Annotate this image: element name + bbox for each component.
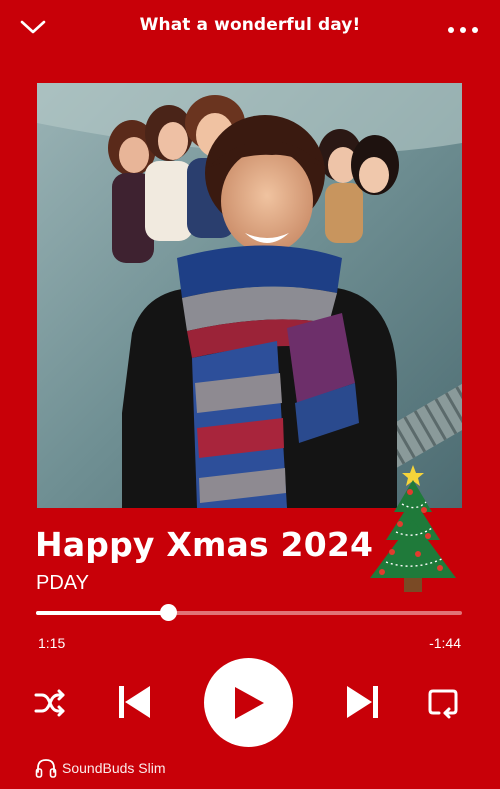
track-artist[interactable]: PDAY [36,572,89,595]
album-cover-photo [37,83,462,508]
more-options-button[interactable] [444,18,482,42]
playlist-title: What a wonderful day! [139,15,361,35]
repeat-icon [428,689,458,719]
progress-handle[interactable] [160,604,178,621]
shuffle-icon [34,689,65,717]
skip-previous-icon [119,686,150,718]
christmas-tree-icon [366,462,460,596]
album-cover [37,83,462,508]
device-name: SoundBuds Slim [62,760,166,776]
elapsed-time: 1:15 [38,635,66,651]
progress-bar[interactable] [36,604,462,621]
play-icon [234,686,264,719]
previous-button[interactable] [112,680,156,724]
headphones-icon [35,759,57,778]
track-title: Happy Xmas 2024 [35,525,374,564]
play-button[interactable] [204,658,293,747]
connected-device[interactable]: SoundBuds Slim [35,758,166,778]
next-button[interactable] [341,680,385,724]
more-horizontal-icon [448,27,478,33]
progress-fill [36,611,169,615]
repeat-button[interactable] [423,684,463,724]
skip-next-icon [347,686,378,718]
remaining-time: -1:44 [429,635,461,651]
shuffle-button[interactable] [30,685,70,721]
